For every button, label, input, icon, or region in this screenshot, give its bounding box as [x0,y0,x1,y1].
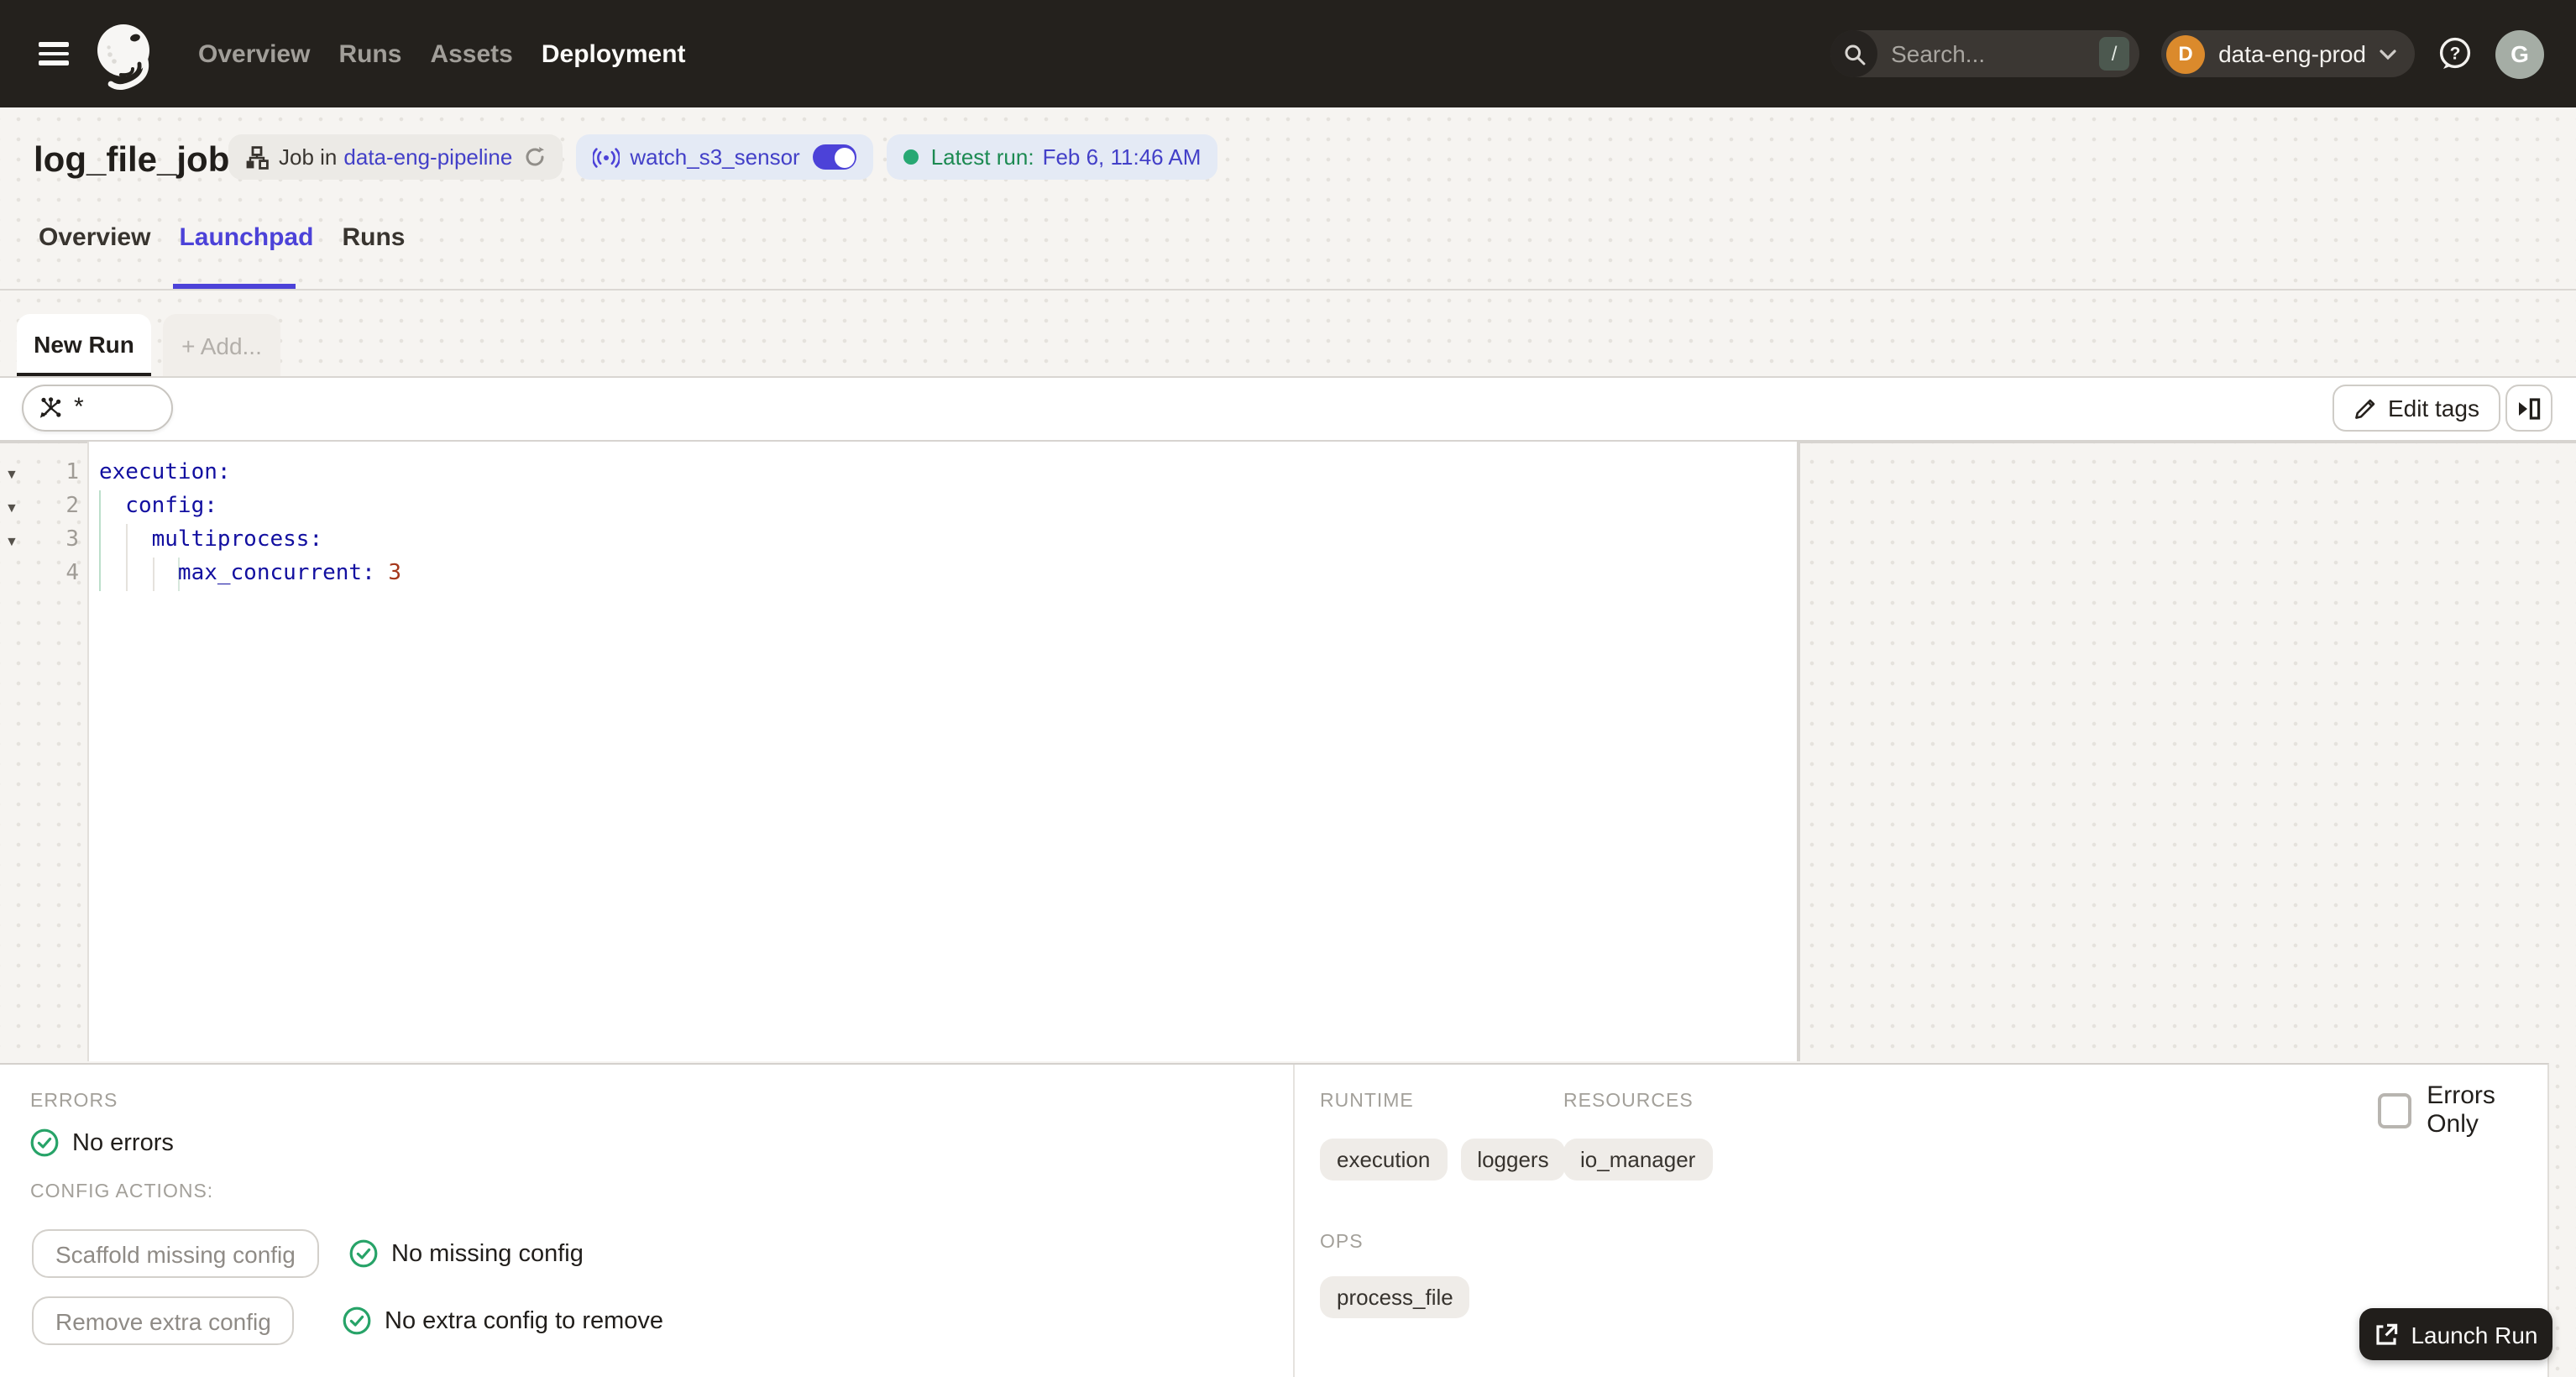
nav-item-assets[interactable]: Assets [430,39,512,68]
hamburger-menu-icon[interactable] [39,42,69,65]
no-missing-config-text: No missing config [391,1240,584,1267]
scaffold-missing-config-button[interactable]: Scaffold missing config [32,1229,319,1278]
op-selector-input[interactable]: * [22,385,173,432]
job-in-label: Job in [279,144,338,170]
code-line: multiprocess: [99,527,323,552]
errors-section-label: ERRORS [30,1092,118,1112]
repo-link[interactable]: data-eng-pipeline [343,144,512,170]
chevron-down-icon [2380,49,2396,60]
ops-section-label: OPS [1320,1233,1364,1253]
line-number: 2 [65,494,79,519]
no-errors-text: No errors [72,1129,174,1156]
config-actions-label: CONFIG ACTIONS: [30,1182,214,1202]
nav-item-deployment[interactable]: Deployment [542,39,686,68]
launchpad-page: Overview Runs Assets Deployment Search..… [0,0,2576,1377]
workspace-name: data-eng-prod [2218,40,2366,67]
search-input[interactable]: Search... / [1830,30,2140,77]
pencil-icon [2355,398,2375,418]
top-navbar: Overview Runs Assets Deployment Search..… [0,0,2576,107]
check-circle-icon [30,1128,59,1157]
no-extra-config-text: No extra config to remove [385,1307,664,1334]
nav-right: Search... / D data-eng-prod ? G [1830,29,2576,78]
latest-run-link[interactable]: Feb 6, 11:46 AM [1043,144,1202,170]
resource-tags: io_manager [1563,1139,1713,1181]
launch-run-button[interactable]: Launch Run [2359,1308,2552,1360]
nav-item-runs[interactable]: Runs [338,39,401,68]
preview-panel-divider [1293,1065,1295,1377]
panel-expand-icon [2519,397,2541,419]
sensor-pill: watch_s3_sensor [576,134,874,180]
svg-text:?: ? [2450,44,2461,63]
runtime-section-label: RUNTIME [1320,1092,1414,1112]
tab-runs[interactable]: Runs [342,223,405,252]
resources-section-label: RESOURCES [1563,1092,1694,1112]
line-number: 3 [65,527,79,552]
errors-only-control: Errors Only [2378,1081,2547,1139]
code-area[interactable] [87,442,1797,1061]
user-avatar[interactable]: G [2495,29,2544,78]
launch-icon [2375,1322,2397,1344]
workspace-switcher[interactable]: D data-eng-prod [2161,30,2415,77]
op-selector-value: * [74,392,84,421]
search-shortcut-badge: / [2099,37,2130,71]
edit-tags-button[interactable]: Edit tags [2333,385,2501,432]
config-editor[interactable]: ▼ ▼ ▼ 1 2 3 4 execution: config: multipr… [0,442,1797,1061]
code-line: max_concurrent: 3 [99,561,402,586]
launchpad-toolbar: * Edit tags [0,378,2576,440]
expand-panel-button[interactable] [2505,385,2552,432]
runtime-tags: execution loggers [1320,1139,1566,1181]
search-placeholder: Search... [1891,40,1986,67]
session-tab-add[interactable]: + Add... [163,314,280,378]
edit-tags-label: Edit tags [2388,395,2479,421]
job-tabs: Overview Launchpad Runs [39,223,405,252]
runtime-tag: loggers [1460,1139,1566,1181]
line-number: 1 [65,460,79,485]
op-tag: process_file [1320,1276,1470,1318]
resource-tag: io_manager [1563,1139,1713,1181]
reload-icon[interactable] [524,146,546,168]
code-line: execution: [99,460,231,485]
latest-run-label: Latest run: [930,144,1034,170]
latest-run-pill: Latest run: Feb 6, 11:46 AM [887,134,1218,180]
errors-only-checkbox[interactable] [2378,1092,2412,1128]
no-errors-row: No errors [30,1128,174,1157]
nav-item-overview[interactable]: Overview [198,39,310,68]
errors-only-label: Errors Only [2427,1081,2495,1139]
sensor-link[interactable]: watch_s3_sensor [630,144,799,170]
check-circle-icon [349,1239,378,1268]
sensor-toggle[interactable] [813,144,857,170]
code-line: config: [99,494,217,519]
search-icon [1830,30,1878,77]
workspace-avatar: D [2166,34,2206,73]
no-extra-config-row: No extra config to remove [343,1306,663,1335]
job-repo-pill: Job in data-eng-pipeline [228,134,563,180]
runtime-tag: execution [1320,1139,1448,1181]
page-title: log_file_job [34,141,230,180]
check-circle-icon [343,1306,371,1335]
workspace-icon [246,145,269,169]
run-preview-panel: ERRORS No errors CONFIG ACTIONS: Scaffol… [0,1063,2549,1377]
header-pills: Job in data-eng-pipeline watch_s3_sensor… [228,134,1218,180]
help-icon[interactable]: ? [2437,35,2474,72]
dagster-logo-icon[interactable] [94,22,161,96]
header-divider [0,289,2576,291]
line-number: 4 [65,561,79,586]
nav-links: Overview Runs Assets Deployment [198,39,686,68]
tab-launchpad[interactable]: Launchpad [179,223,313,252]
launch-run-label: Launch Run [2411,1321,2538,1348]
op-tags: process_file [1320,1276,1470,1318]
session-tab-new-run[interactable]: New Run [17,314,151,378]
no-missing-config-row: No missing config [349,1239,584,1268]
sensor-icon [593,147,620,167]
remove-extra-config-button[interactable]: Remove extra config [32,1296,295,1345]
run-status-dot [903,149,919,165]
op-selector-icon [39,397,61,418]
editor-split-divider[interactable] [1797,442,1800,1061]
tab-overview[interactable]: Overview [39,223,150,252]
